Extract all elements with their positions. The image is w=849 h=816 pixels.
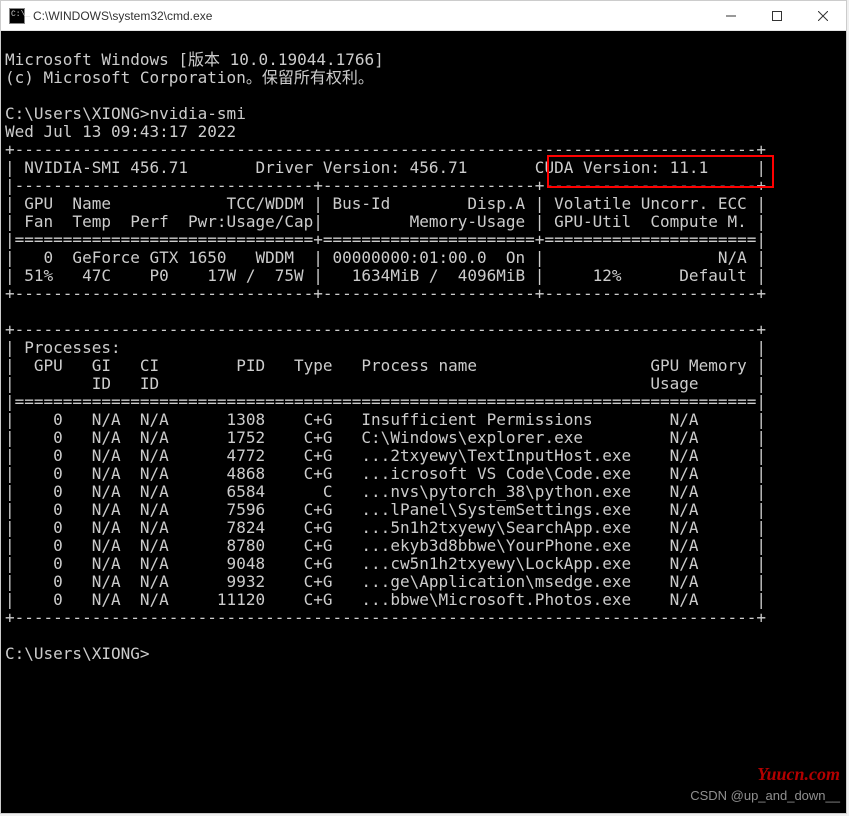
titlebar[interactable]: C:\WINDOWS\system32\cmd.exe xyxy=(1,1,846,31)
table-row: | 0 N/A N/A 1308 C+G Insufficient Permis… xyxy=(5,410,766,429)
table-row: | 0 N/A N/A 4772 C+G ...2txyewy\TextInpu… xyxy=(5,446,766,465)
window-title: C:\WINDOWS\system32\cmd.exe xyxy=(33,9,708,23)
line: |-------------------------------+-------… xyxy=(5,176,766,195)
line: +---------------------------------------… xyxy=(5,608,766,627)
watermark-csdn: CSDN @up_and_down__ xyxy=(690,787,840,805)
watermark-yuucn: Yuucn.com xyxy=(757,765,840,783)
table-row: | 0 N/A N/A 7596 C+G ...lPanel\SystemSet… xyxy=(5,500,766,519)
line: +---------------------------------------… xyxy=(5,140,766,159)
cmd-window: C:\WINDOWS\system32\cmd.exe Microsoft Wi… xyxy=(0,0,847,814)
table-row: | 0 N/A N/A 11120 C+G ...bbwe\Microsoft.… xyxy=(5,590,766,609)
table-row: | 0 N/A N/A 8780 C+G ...ekyb3d8bbwe\Your… xyxy=(5,536,766,555)
cmd-icon xyxy=(9,8,25,24)
line: Wed Jul 13 09:43:17 2022 xyxy=(5,122,236,141)
prompt: C:\Users\XIONG> xyxy=(5,644,150,663)
line: (c) Microsoft Corporation。保留所有权利。 xyxy=(5,68,374,87)
line: | Fan Temp Perf Pwr:Usage/Cap| Memory-Us… xyxy=(5,212,766,231)
line: +---------------------------------------… xyxy=(5,320,766,339)
table-row: | 0 N/A N/A 6584 C ...nvs\pytorch_38\pyt… xyxy=(5,482,766,501)
terminal-output: Microsoft Windows [版本 10.0.19044.1766] (… xyxy=(5,51,842,663)
table-row: | 0 N/A N/A 1752 C+G C:\Windows\explorer… xyxy=(5,428,766,447)
line: +-------------------------------+-------… xyxy=(5,284,766,303)
line: | 0 GeForce GTX 1650 WDDM | 00000000:01:… xyxy=(5,248,766,267)
line: | GPU GI CI PID Type Process name GPU Me… xyxy=(5,356,766,375)
line: | 51% 47C P0 17W / 75W | 1634MiB / 4096M… xyxy=(5,266,766,285)
line: C:\Users\XIONG>nvidia-smi xyxy=(5,104,246,123)
line: | ID ID Usage | xyxy=(5,374,766,393)
minimize-button[interactable] xyxy=(708,1,754,31)
close-button[interactable] xyxy=(800,1,846,31)
line: | GPU Name TCC/WDDM | Bus-Id Disp.A | Vo… xyxy=(5,194,766,213)
line: Microsoft Windows [版本 10.0.19044.1766] xyxy=(5,50,384,69)
terminal-area[interactable]: Microsoft Windows [版本 10.0.19044.1766] (… xyxy=(1,31,846,813)
table-row: | 0 N/A N/A 7824 C+G ...5n1h2txyewy\Sear… xyxy=(5,518,766,537)
line: | Processes: | xyxy=(5,338,766,357)
table-row: | 0 N/A N/A 9932 C+G ...ge\Application\m… xyxy=(5,572,766,591)
window-controls xyxy=(708,1,846,31)
line: | NVIDIA-SMI 456.71 Driver Version: 456.… xyxy=(5,158,766,177)
line: |=======================================… xyxy=(5,392,766,411)
maximize-button[interactable] xyxy=(754,1,800,31)
table-row: | 0 N/A N/A 9048 C+G ...cw5n1h2txyewy\Lo… xyxy=(5,554,766,573)
table-row: | 0 N/A N/A 4868 C+G ...icrosoft VS Code… xyxy=(5,464,766,483)
line: |===============================+=======… xyxy=(5,230,766,249)
